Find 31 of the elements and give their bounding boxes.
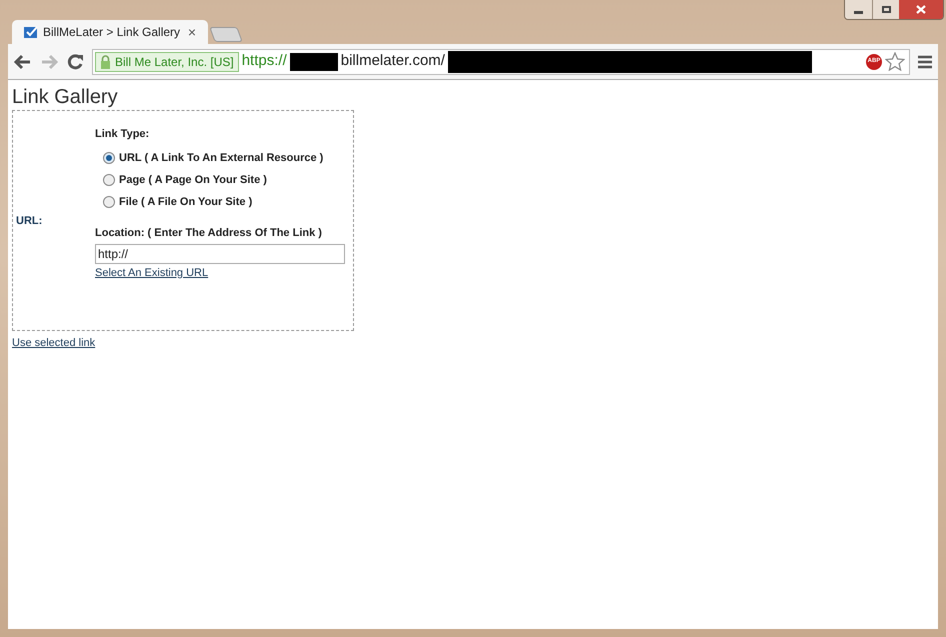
browser-tab[interactable]: BillMeLater > Link Gallery × xyxy=(12,20,208,44)
menu-icon[interactable] xyxy=(918,54,932,68)
tab-close-button[interactable]: × xyxy=(188,22,196,42)
radio-button[interactable] xyxy=(103,196,115,208)
link-type-label: Link Type: xyxy=(95,126,150,142)
radio-button[interactable] xyxy=(103,152,115,164)
security-badge[interactable]: Bill Me Later, Inc. [US] xyxy=(95,52,239,72)
url-domain: billmelater.com/ xyxy=(340,51,445,72)
maximize-button[interactable] xyxy=(872,0,899,19)
back-arrow-icon[interactable] xyxy=(14,54,32,70)
radio-option[interactable]: URL ( A Link To An External Resource ) xyxy=(103,147,324,170)
minimize-button[interactable] xyxy=(845,0,872,19)
url-scheme: https:// xyxy=(242,51,287,72)
checkmark-icon xyxy=(24,26,38,38)
close-button[interactable] xyxy=(899,0,943,19)
location-field[interactable]: http:// xyxy=(95,244,345,264)
use-selected-link[interactable]: Use selected link xyxy=(12,335,96,352)
reload-icon[interactable] xyxy=(66,52,84,70)
location-label: Location: ( Enter The Address Of The Link ) xyxy=(95,226,322,242)
page-heading: Link Gallery xyxy=(12,85,118,110)
padlock-icon xyxy=(100,54,111,68)
star-icon[interactable] xyxy=(885,52,905,71)
field-label: URL: xyxy=(15,214,44,229)
radio-option[interactable]: File ( A File On Your Site ) xyxy=(103,191,252,214)
radio-option[interactable]: Page ( A Page On Your Site ) xyxy=(103,169,267,192)
close-icon xyxy=(916,5,926,14)
select-existing-link[interactable]: Select An Existing URL xyxy=(95,264,208,282)
radio-button[interactable] xyxy=(103,174,115,186)
tab-title: BillMeLater > Link Gallery xyxy=(43,24,180,41)
security-label: Bill Me Later, Inc. [US] xyxy=(115,54,234,70)
redaction-bar xyxy=(290,52,338,70)
